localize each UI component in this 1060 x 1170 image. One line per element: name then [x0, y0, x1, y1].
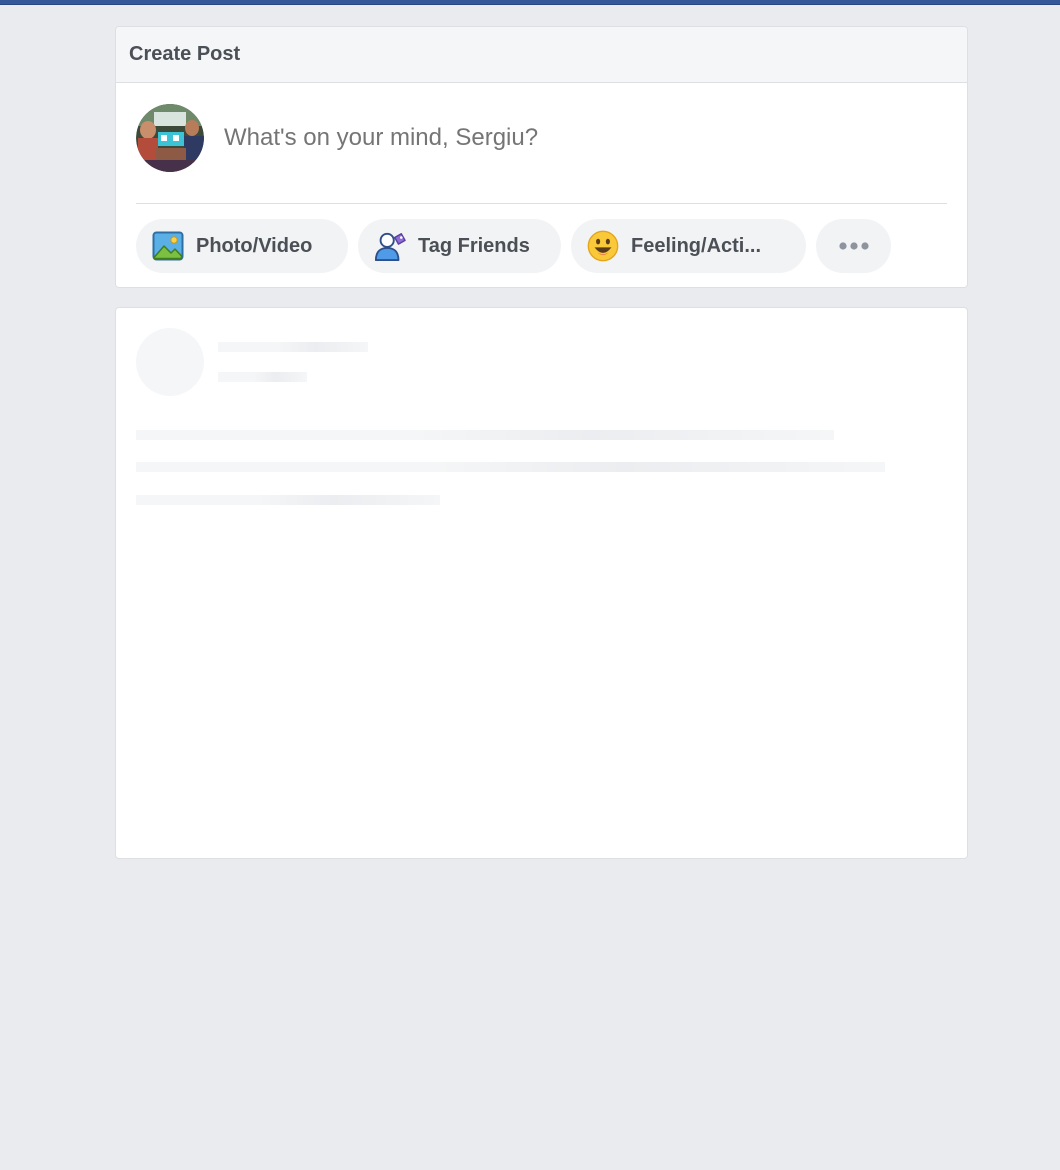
skeleton-meta-line — [218, 372, 307, 382]
photo-icon — [152, 230, 184, 262]
more-icon — [838, 230, 870, 262]
smiley-icon — [587, 230, 619, 262]
tag-friends-label: Tag Friends — [418, 234, 530, 257]
avatar[interactable] — [136, 104, 204, 172]
composer-divider — [136, 203, 947, 204]
more-options-button[interactable] — [816, 219, 891, 273]
photo-video-label: Photo/Video — [196, 234, 313, 257]
status-input[interactable] — [224, 124, 824, 152]
feeling-activity-label: Feeling/Acti... — [631, 234, 762, 257]
feeling-activity-button[interactable]: Feeling/Acti... — [571, 219, 806, 273]
avatar-photo — [136, 104, 204, 172]
skeleton-text-line — [136, 495, 440, 505]
skeleton-text-line — [136, 462, 885, 472]
skeleton-avatar — [136, 328, 204, 396]
composer-input-row — [136, 103, 947, 173]
photo-video-button[interactable]: Photo/Video — [136, 219, 348, 273]
composer-actions: Photo/Video Tag Friends Feeling/Acti... — [136, 219, 901, 273]
tag-friends-button[interactable]: Tag Friends — [358, 219, 561, 273]
create-post-card: Create Post What's on your mind, Sergiu?… — [115, 26, 968, 288]
feed-loading-card — [115, 307, 968, 859]
create-post-title: Create Post — [129, 43, 241, 65]
skeleton-name-line — [218, 342, 368, 352]
skeleton-text-line — [136, 430, 834, 440]
top-brand-bar — [0, 0, 1060, 5]
tag-friends-icon — [374, 230, 406, 262]
create-post-header: Create Post — [116, 27, 967, 83]
